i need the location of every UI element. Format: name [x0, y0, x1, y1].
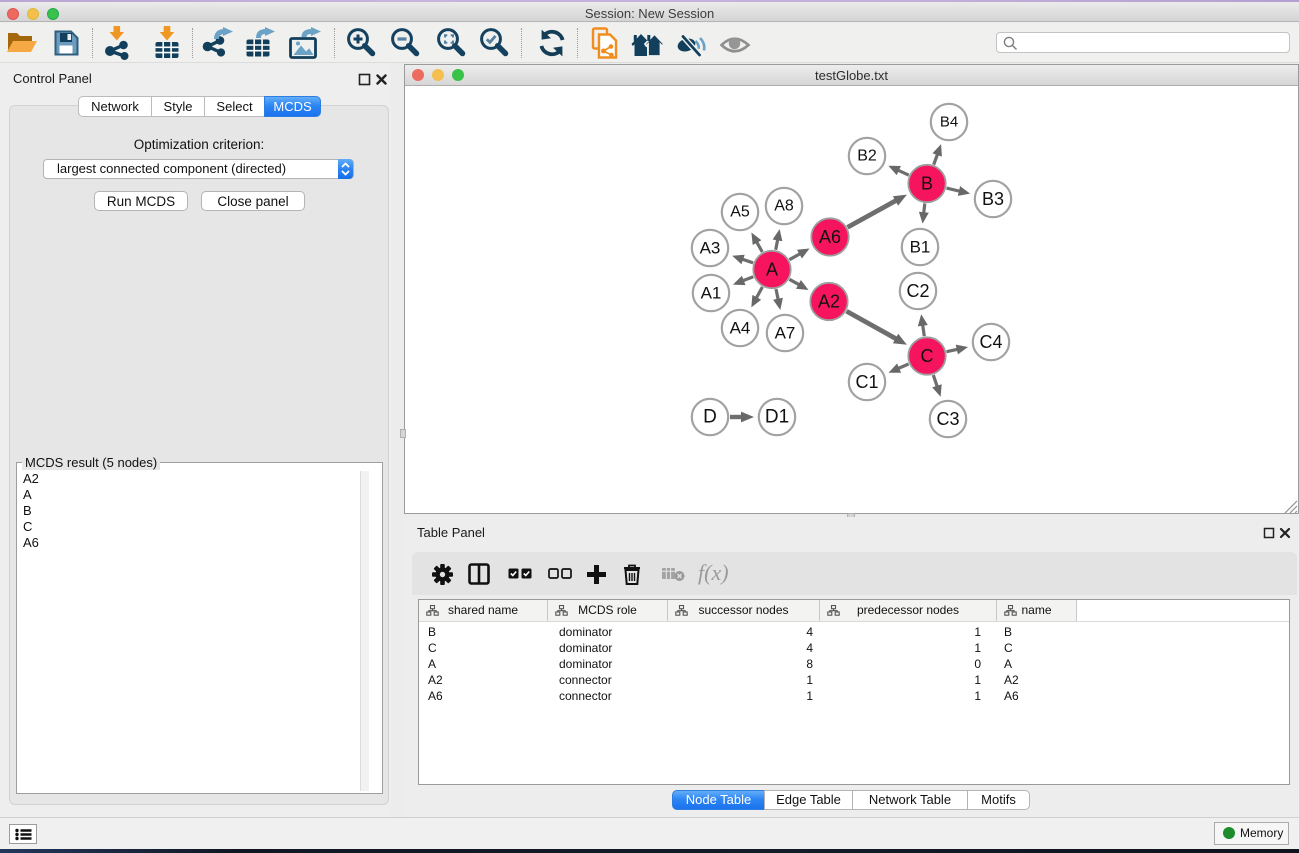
- svg-text:C1: C1: [855, 372, 878, 392]
- svg-text:C4: C4: [979, 332, 1002, 352]
- svg-text:C2: C2: [906, 281, 929, 301]
- svg-text:A5: A5: [730, 204, 750, 221]
- svg-text:A4: A4: [730, 319, 751, 338]
- svg-text:A2: A2: [818, 292, 840, 312]
- svg-text:B2: B2: [857, 148, 877, 165]
- svg-text:B: B: [921, 174, 933, 194]
- svg-text:D1: D1: [765, 407, 789, 428]
- svg-text:C: C: [921, 346, 934, 366]
- svg-text:D: D: [703, 407, 717, 428]
- svg-text:B3: B3: [982, 189, 1004, 209]
- svg-text:A6: A6: [819, 227, 841, 247]
- svg-text:A: A: [766, 260, 778, 280]
- svg-text:A3: A3: [700, 239, 721, 258]
- svg-text:C3: C3: [936, 409, 959, 429]
- svg-text:A7: A7: [775, 324, 796, 343]
- svg-text:A1: A1: [701, 284, 722, 303]
- svg-text:B4: B4: [940, 114, 958, 131]
- svg-text:A8: A8: [774, 198, 794, 215]
- svg-text:B1: B1: [910, 238, 931, 257]
